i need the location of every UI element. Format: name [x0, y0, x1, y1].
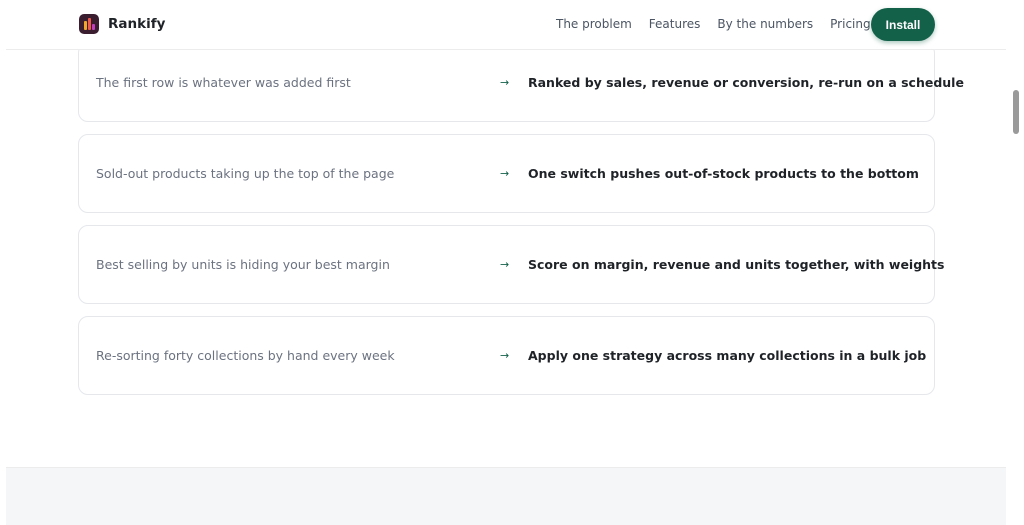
nav-links: The problem Features By the numbers Pric…: [556, 17, 888, 31]
problem-text: Re-sorting forty collections by hand eve…: [96, 348, 395, 363]
nav-link-the-problem[interactable]: The problem: [556, 17, 632, 31]
solution-text: Score on margin, revenue and units toget…: [528, 257, 945, 272]
comparison-row: Sold-out products taking up the top of t…: [78, 134, 935, 213]
nav-link-by-the-numbers[interactable]: By the numbers: [717, 17, 813, 31]
comparison-row: The first row is whatever was added firs…: [78, 43, 964, 122]
arrow-right-icon: →: [500, 167, 510, 180]
comparison-row: Re-sorting forty collections by hand eve…: [78, 316, 935, 395]
nav-link-pricing[interactable]: Pricing: [830, 17, 870, 31]
comparison-row: Best selling by units is hiding your bes…: [78, 225, 944, 304]
arrow-right-icon: →: [500, 349, 510, 362]
brand-link[interactable]: Rankify: [79, 14, 165, 34]
page: The first row is whatever was added firs…: [0, 0, 1008, 525]
problem-text: Best selling by units is hiding your bes…: [96, 257, 390, 272]
problem-text: The first row is whatever was added firs…: [96, 75, 351, 90]
arrow-right-icon: →: [500, 76, 510, 89]
install-button[interactable]: Install: [871, 8, 935, 41]
problem-text: Sold-out products taking up the top of t…: [96, 166, 395, 181]
scrollbar-thumb[interactable]: [1013, 90, 1019, 134]
rankify-logo-icon: [79, 14, 99, 34]
brand-name: Rankify: [108, 16, 166, 32]
next-section-band: [6, 467, 1006, 525]
arrow-right-icon: →: [500, 258, 510, 271]
solution-text: Apply one strategy across many collectio…: [528, 348, 927, 363]
vertical-scrollbar[interactable]: [1008, 0, 1024, 525]
top-navbar: Rankify The problem Features By the numb…: [6, 0, 1006, 50]
solution-text: Ranked by sales, revenue or conversion, …: [528, 75, 964, 90]
nav-link-features[interactable]: Features: [649, 17, 701, 31]
solution-text: One switch pushes out-of-stock products …: [528, 166, 919, 181]
